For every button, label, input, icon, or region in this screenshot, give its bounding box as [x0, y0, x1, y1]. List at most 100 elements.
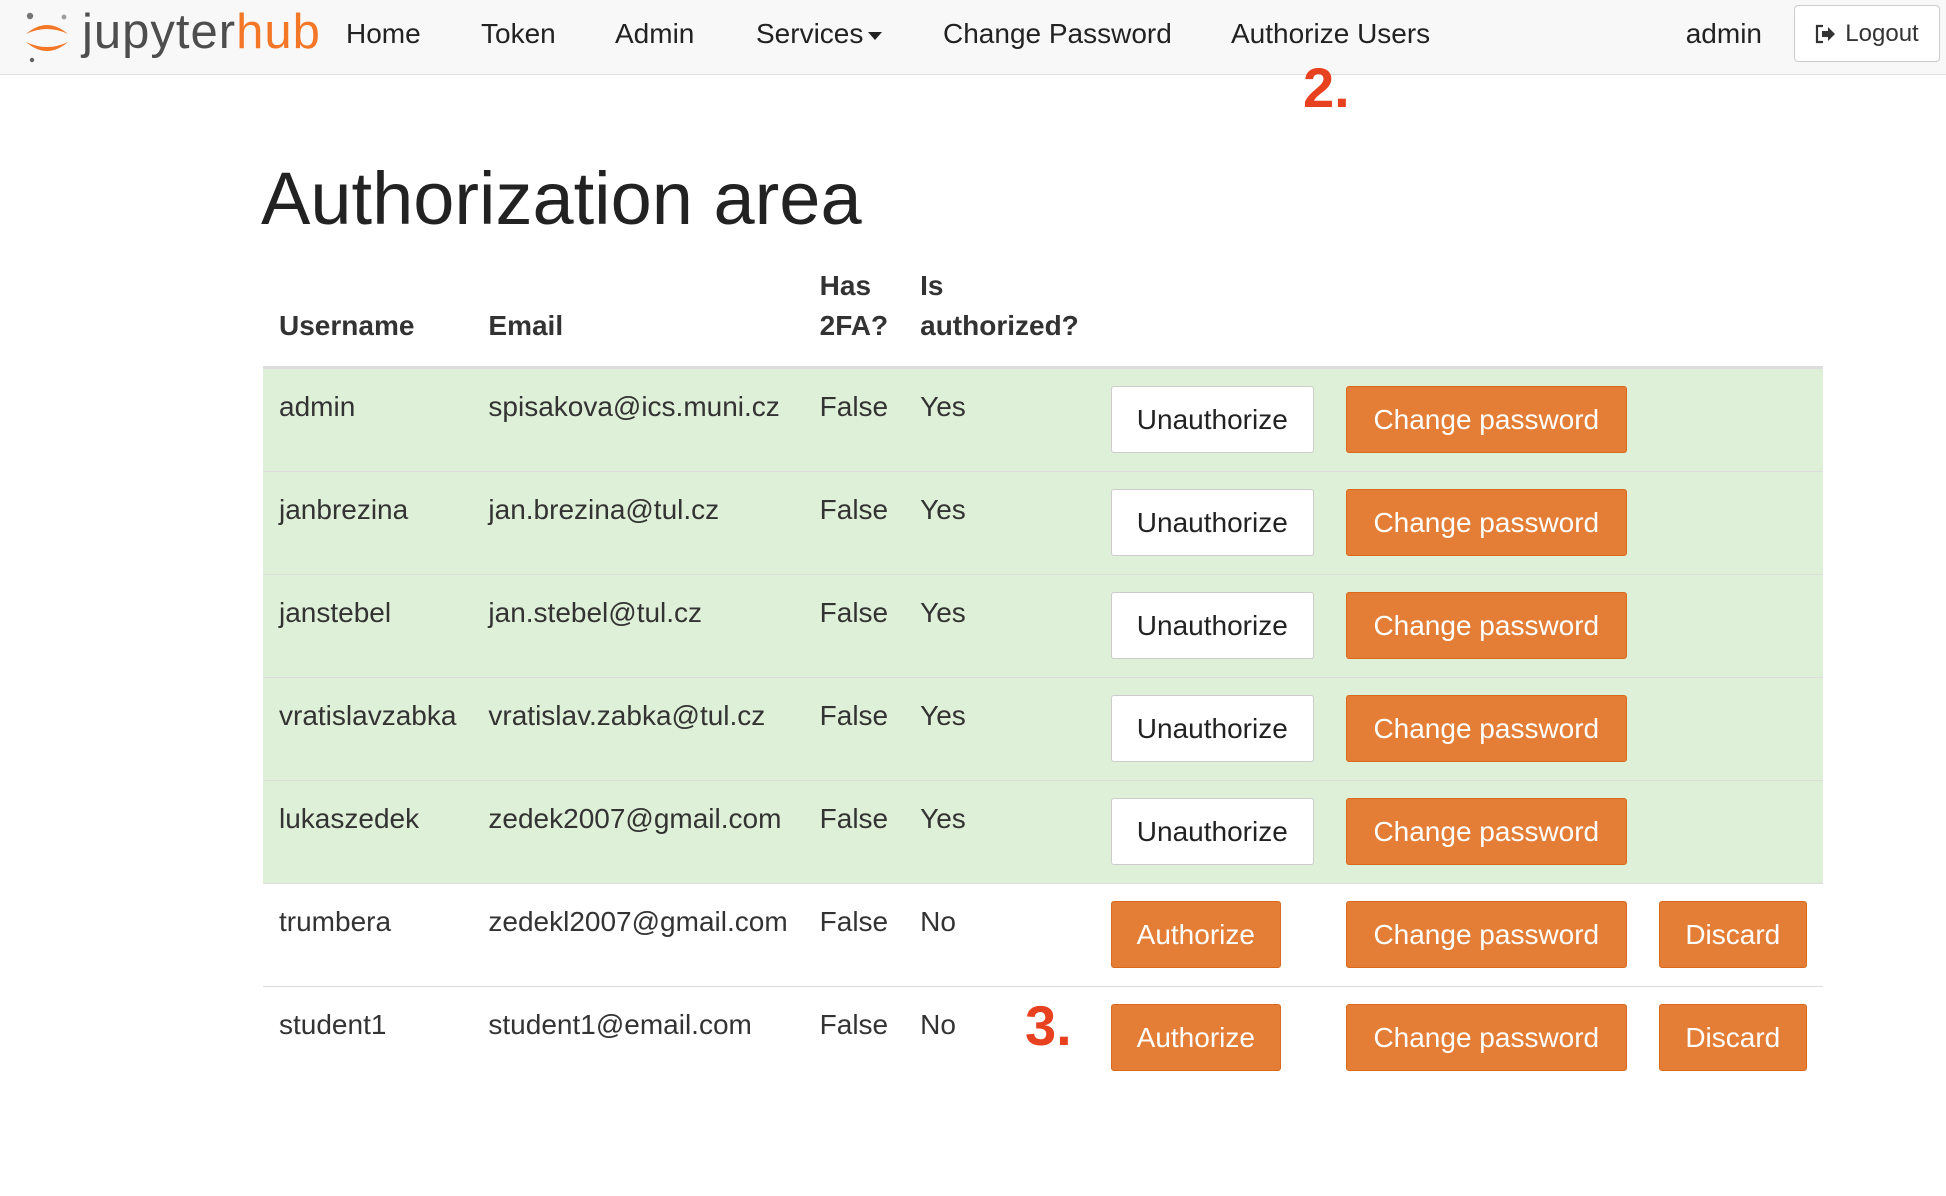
cell-email: student1@email.com — [472, 986, 804, 1089]
header-has-2fa-line2: 2FA? — [819, 310, 889, 341]
cell-action: Unauthorize — [1094, 367, 1330, 472]
change-password-button[interactable]: Change password — [1345, 1004, 1627, 1071]
unauthorize-button[interactable]: Unauthorize — [1110, 386, 1314, 453]
cell-discard — [1642, 780, 1823, 884]
authorize-button[interactable]: Authorize — [1110, 901, 1281, 968]
cell-has-2fa: False — [803, 883, 905, 987]
caret-down-icon — [868, 31, 883, 40]
header-change — [1329, 266, 1643, 369]
unauthorize-button[interactable]: Unauthorize — [1110, 592, 1314, 659]
cell-discard: Discard — [1642, 883, 1823, 987]
annotation-marker-2: 2. — [1303, 56, 1350, 119]
cell-username: lukaszedek — [263, 780, 473, 884]
nav-home[interactable]: Home — [346, 14, 421, 54]
cell-has-2fa: False — [803, 677, 905, 781]
table-row: vratislavzabka vratislav.zabka@tul.cz Fa… — [263, 677, 1823, 781]
change-password-button[interactable]: Change password — [1345, 695, 1627, 762]
cell-authorized: Yes — [904, 574, 1095, 678]
annotation-marker-3: 3. — [1025, 994, 1072, 1057]
change-password-button[interactable]: Change password — [1345, 798, 1627, 865]
cell-change: Change password — [1329, 574, 1643, 678]
cell-action: Unauthorize — [1094, 780, 1330, 884]
cell-discard — [1642, 677, 1823, 781]
table-row: trumbera zedekl2007@gmail.com False No A… — [263, 883, 1823, 987]
cell-change: Change password — [1329, 367, 1643, 472]
cell-has-2fa: False — [803, 574, 905, 678]
sign-out-icon — [1816, 24, 1836, 43]
cell-authorized: Yes — [904, 471, 1095, 575]
header-has-2fa: Has 2FA? — [803, 266, 905, 369]
cell-email: spisakova@ics.muni.cz — [472, 367, 804, 472]
navbar: jupyterhub Home Token Admin Services Cha… — [0, 0, 1946, 75]
cell-username: student1 — [263, 986, 473, 1089]
table-row: janstebel jan.stebel@tul.cz False Yes Un… — [263, 574, 1823, 678]
unauthorize-button[interactable]: Unauthorize — [1110, 489, 1314, 556]
cell-username: trumbera — [263, 883, 473, 987]
cell-authorized: Yes — [904, 367, 1095, 472]
cell-has-2fa: False — [803, 986, 905, 1089]
cell-username: janstebel — [263, 574, 473, 678]
cell-change: Change password — [1329, 986, 1643, 1089]
cell-change: Change password — [1329, 780, 1643, 884]
page-title: Authorization area — [261, 157, 862, 240]
cell-authorized: No — [904, 883, 1095, 987]
header-is-authorized: Is authorized? — [904, 266, 1095, 369]
cell-discard — [1642, 471, 1823, 575]
discard-button[interactable]: Discard — [1658, 901, 1807, 968]
cell-email: zedekl2007@gmail.com — [472, 883, 804, 987]
cell-action: Unauthorize — [1094, 574, 1330, 678]
change-password-button[interactable]: Change password — [1345, 901, 1627, 968]
cell-discard: Discard — [1642, 986, 1823, 1089]
table-row: admin spisakova@ics.muni.cz False Yes Un… — [263, 367, 1823, 472]
cell-has-2fa: False — [803, 780, 905, 884]
unauthorize-button[interactable]: Unauthorize — [1110, 695, 1314, 762]
cell-has-2fa: False — [803, 367, 905, 472]
cell-discard — [1642, 574, 1823, 678]
nav-services-dropdown[interactable]: Services — [756, 14, 883, 54]
cell-change: Change password — [1329, 883, 1643, 987]
logout-button[interactable]: Logout — [1794, 5, 1940, 62]
cell-authorized: Yes — [904, 677, 1095, 781]
change-password-button[interactable]: Change password — [1345, 489, 1627, 556]
cell-username: vratislavzabka — [263, 677, 473, 781]
cell-username: janbrezina — [263, 471, 473, 575]
logout-label: Logout — [1845, 19, 1919, 47]
brand-hub-text: hub — [236, 4, 321, 59]
cell-change: Change password — [1329, 677, 1643, 781]
cell-action: Unauthorize — [1094, 677, 1330, 781]
header-action — [1094, 266, 1330, 369]
nav-services-label: Services — [756, 18, 864, 49]
discard-button[interactable]: Discard — [1658, 1004, 1807, 1071]
header-email: Email — [472, 266, 804, 369]
nav-admin[interactable]: Admin — [615, 14, 694, 54]
cell-email: zedek2007@gmail.com — [472, 780, 804, 884]
cell-email: vratislav.zabka@tul.cz — [472, 677, 804, 781]
jupyterhub-logo[interactable]: jupyterhub — [22, 4, 321, 68]
header-has-2fa-line1: Has — [819, 270, 872, 301]
header-discard — [1642, 266, 1823, 369]
cell-change: Change password — [1329, 471, 1643, 575]
cell-username: admin — [263, 367, 473, 472]
header-is-authorized-line1: Is — [920, 270, 944, 301]
cell-action: Unauthorize — [1094, 471, 1330, 575]
cell-email: jan.brezina@tul.cz — [472, 471, 804, 575]
table-row: janbrezina jan.brezina@tul.cz False Yes … — [263, 471, 1823, 575]
header-is-authorized-line2: authorized? — [920, 310, 1079, 341]
table-row: lukaszedek zedek2007@gmail.com False Yes… — [263, 780, 1823, 884]
brand-wordmark: jupyterhub — [82, 4, 321, 59]
brand-jupyter-text: jupyter — [82, 4, 237, 59]
unauthorize-button[interactable]: Unauthorize — [1110, 798, 1314, 865]
change-password-button[interactable]: Change password — [1345, 592, 1627, 659]
header-username: Username — [263, 266, 473, 369]
cell-action: Authorize — [1094, 883, 1330, 987]
cell-authorized: Yes — [904, 780, 1095, 884]
authorize-button[interactable]: Authorize — [1110, 1004, 1281, 1071]
nav-authorize-users[interactable]: Authorize Users — [1231, 14, 1430, 54]
jupyter-logo-icon — [26, 12, 68, 63]
current-user: admin — [1685, 18, 1762, 49]
change-password-button[interactable]: Change password — [1345, 386, 1627, 453]
nav-change-password[interactable]: Change Password — [943, 14, 1172, 54]
nav-token[interactable]: Token — [481, 14, 556, 54]
cell-email: jan.stebel@tul.cz — [472, 574, 804, 678]
authorization-table: Username Email Has 2FA? Is authorized? adm… — [263, 266, 1823, 1089]
